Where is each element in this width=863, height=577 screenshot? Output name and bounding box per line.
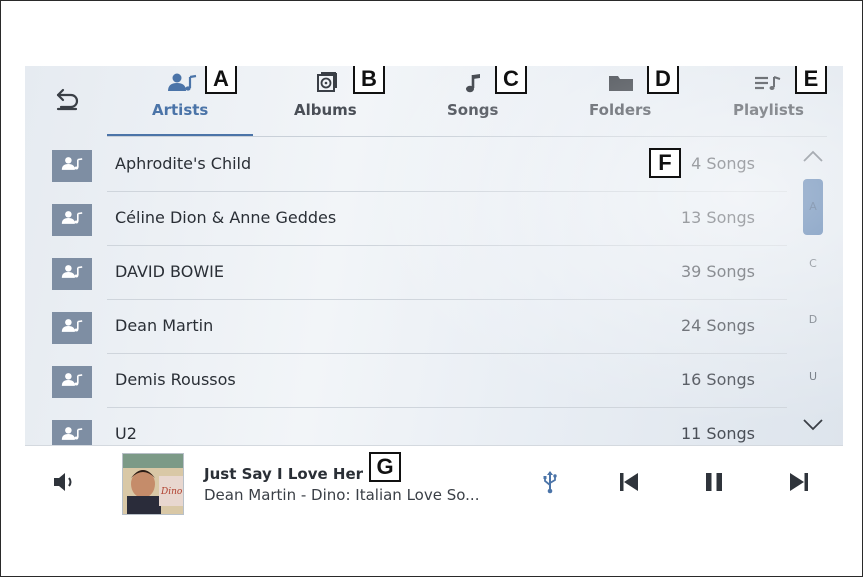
artist-icon bbox=[61, 156, 83, 176]
back-button[interactable] bbox=[51, 84, 85, 118]
callout-d: D bbox=[647, 66, 679, 94]
song-count: 13 Songs bbox=[680, 208, 755, 227]
song-count: 11 Songs bbox=[680, 424, 755, 443]
now-playing-bar: Dino Just Say I Love Her Dean Martin - D… bbox=[25, 445, 843, 521]
artist-name: U2 bbox=[115, 424, 137, 443]
skip-next-icon bbox=[787, 471, 811, 497]
index-letter-u[interactable]: U bbox=[805, 370, 821, 383]
callout-b: B bbox=[353, 66, 385, 94]
callout-f: F bbox=[649, 148, 681, 178]
list-item[interactable]: DAVID BOWIE 39 Songs bbox=[25, 246, 795, 300]
volume-button[interactable] bbox=[49, 470, 81, 498]
tab-label: Albums bbox=[294, 101, 357, 119]
artist-icon bbox=[61, 210, 83, 230]
usb-icon bbox=[542, 470, 558, 498]
artist-name: Dean Martin bbox=[115, 316, 214, 335]
song-count: 16 Songs bbox=[680, 370, 755, 389]
chevron-up-icon bbox=[802, 148, 824, 167]
artist-thumbnail bbox=[52, 366, 92, 398]
callout-a: A bbox=[205, 66, 237, 94]
speaker-icon bbox=[52, 471, 78, 497]
artist-thumbnail bbox=[52, 204, 92, 236]
source-button[interactable] bbox=[537, 470, 563, 498]
song-count: 24 Songs bbox=[680, 316, 755, 335]
artist-icon bbox=[61, 318, 83, 338]
artist-icon bbox=[61, 264, 83, 284]
artist-name: Céline Dion & Anne Geddes bbox=[115, 208, 337, 227]
pause-icon bbox=[703, 471, 725, 497]
list-item[interactable]: Demis Roussos 16 Songs bbox=[25, 354, 795, 408]
media-screen: Artists A Albums B Songs C Folders D Pla… bbox=[25, 66, 843, 521]
list-item[interactable]: Dean Martin 24 Songs bbox=[25, 300, 795, 354]
track-artist-album: Dean Martin - Dino: Italian Love So... bbox=[204, 486, 480, 504]
callout-e: E bbox=[795, 66, 827, 94]
figure-frame: Artists A Albums B Songs C Folders D Pla… bbox=[0, 0, 863, 577]
artist-thumbnail bbox=[52, 150, 92, 182]
tab-artists[interactable]: Artists bbox=[125, 66, 265, 136]
tab-label: Folders bbox=[589, 101, 652, 119]
artist-thumbnail bbox=[52, 258, 92, 290]
tab-label: Songs bbox=[447, 101, 499, 119]
artist-thumbnail bbox=[52, 312, 92, 344]
album-icon bbox=[315, 72, 337, 94]
pause-button[interactable] bbox=[696, 468, 732, 500]
album-cover-image: Dino bbox=[123, 454, 183, 514]
artist-name: Demis Roussos bbox=[115, 370, 236, 389]
artist-name: DAVID BOWIE bbox=[115, 262, 224, 281]
artist-name: Aphrodite's Child bbox=[115, 154, 252, 173]
skip-previous-icon bbox=[617, 471, 641, 497]
back-arrow-icon bbox=[55, 87, 81, 115]
artist-icon bbox=[167, 72, 197, 94]
artist-icon bbox=[61, 372, 83, 392]
chevron-down-icon bbox=[802, 417, 824, 436]
tab-label: Playlists bbox=[733, 101, 804, 119]
artist-icon bbox=[61, 426, 83, 446]
scroll-down-button[interactable] bbox=[801, 417, 825, 435]
list-item[interactable]: Céline Dion & Anne Geddes 13 Songs bbox=[25, 192, 795, 246]
callout-c: C bbox=[495, 66, 527, 94]
previous-track-button[interactable] bbox=[611, 468, 647, 500]
song-count: 39 Songs bbox=[680, 262, 755, 281]
song-count: 4 Songs bbox=[691, 154, 755, 173]
folder-icon bbox=[607, 72, 635, 94]
index-letter-d[interactable]: D bbox=[805, 313, 821, 326]
index-letter-a[interactable]: A bbox=[805, 200, 821, 213]
album-art[interactable]: Dino bbox=[122, 453, 184, 515]
header-divider bbox=[107, 136, 827, 137]
tab-label: Artists bbox=[152, 101, 209, 119]
callout-g: G bbox=[369, 452, 401, 482]
music-note-icon bbox=[463, 72, 483, 94]
album-cover-title: Dino bbox=[160, 487, 183, 497]
scroll-up-button[interactable] bbox=[801, 148, 825, 166]
index-letter-c[interactable]: C bbox=[805, 257, 821, 270]
next-track-button[interactable] bbox=[781, 468, 817, 500]
track-title: Just Say I Love Her bbox=[204, 465, 364, 483]
playlist-icon bbox=[753, 72, 783, 94]
